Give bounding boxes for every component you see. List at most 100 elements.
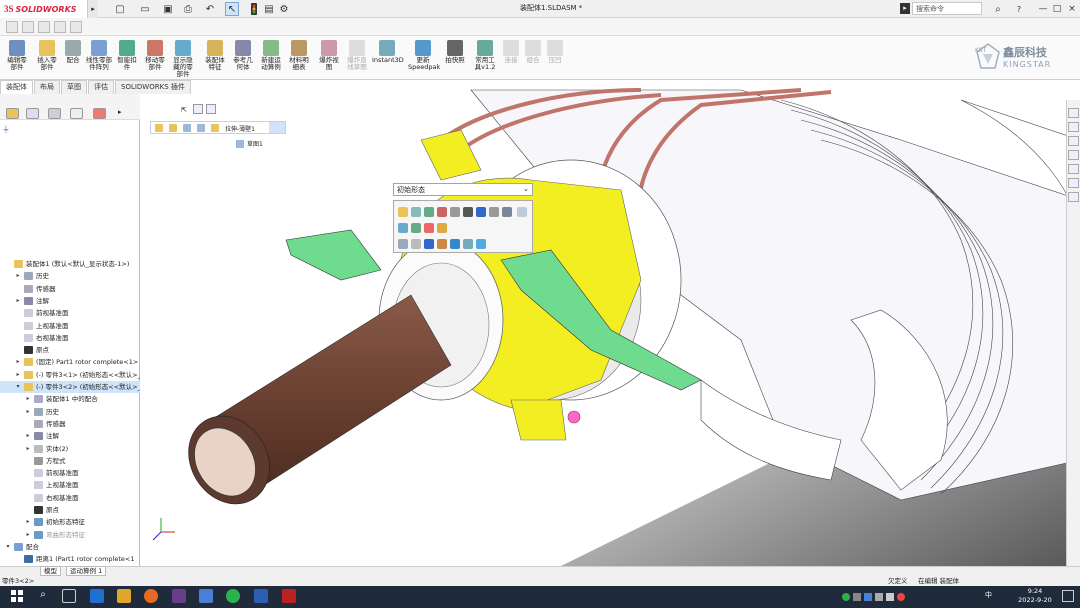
design-library-icon[interactable] (1068, 136, 1079, 146)
appearances-icon[interactable] (1068, 164, 1079, 174)
tab-sketch[interactable]: 草图 (61, 80, 87, 94)
ribbon-button-6[interactable]: 显示隐 藏的零 部件 (168, 40, 198, 80)
resources-icon[interactable] (1068, 122, 1079, 132)
breadcrumb-extrude-icon[interactable] (211, 124, 219, 132)
expand-arrow-icon[interactable]: ▸ (24, 516, 32, 528)
undo-icon[interactable]: ↶ (204, 2, 216, 16)
tree-item[interactable]: 装配体1 (默认<默认_显示状态-1>) (0, 258, 140, 270)
ctx-rebuild-icon[interactable] (398, 223, 408, 233)
ribbon-button-8[interactable]: 参考几 何体 (228, 40, 258, 80)
tree-item[interactable]: ▸ (固定) Part1 rotor complete<1> (默 (0, 356, 140, 368)
tray-security-icon[interactable] (897, 593, 905, 601)
tab-assembly[interactable]: 装配体 (0, 80, 33, 94)
expand-arrow-icon[interactable]: ▾ (4, 541, 12, 553)
breadcrumb[interactable]: 拉伸-薄壁1 (150, 121, 286, 134)
solidworks-logo[interactable]: 3S SOLIDWORKS (0, 0, 88, 18)
expand-arrow-icon[interactable]: ▾ (14, 381, 22, 393)
firefox-icon[interactable] (144, 589, 158, 603)
strip-tool-2-icon[interactable] (22, 21, 34, 33)
command-search-icon[interactable]: ▸ (900, 3, 910, 14)
ribbon-button-5[interactable]: 移动零 部件 (140, 40, 170, 80)
strip-tool-3-icon[interactable] (38, 21, 50, 33)
ctx-view-icon[interactable] (463, 239, 473, 249)
tree-sub-item[interactable]: 传感器 (0, 418, 140, 430)
expand-arrow-icon[interactable]: ▸ (24, 529, 32, 541)
tree-item[interactable]: 传感器 (0, 283, 140, 295)
minimize-button[interactable]: — (1036, 1, 1050, 16)
tree-sub-item[interactable]: 上视基准面 (0, 479, 140, 491)
breadcrumb-sketch-icon[interactable] (269, 122, 285, 133)
media-app-icon[interactable] (172, 589, 186, 603)
tree-sub-item[interactable]: ▸ 装配体1 中的配合 (0, 393, 140, 405)
traffic-light-icon[interactable] (249, 2, 259, 16)
app-icon[interactable] (199, 589, 213, 603)
tab-model[interactable]: 模型 (40, 566, 61, 576)
print-icon[interactable]: ⎙ (182, 2, 194, 16)
configuration-tab-icon[interactable] (48, 108, 61, 119)
pin-icon[interactable]: ⇱ (181, 106, 189, 116)
strip-tool-5-icon[interactable] (70, 21, 82, 33)
expand-arrow-icon[interactable]: ▸ (14, 356, 22, 368)
tree-item[interactable]: ▸ 历史 (0, 270, 140, 282)
tree-sub-item[interactable]: ▸ 弯曲形态特征 (0, 529, 140, 541)
ctx-link-icon[interactable] (502, 207, 512, 217)
panel-more-icon[interactable]: ▸ (118, 108, 122, 116)
forum-icon[interactable] (1068, 192, 1079, 202)
ctx-tool-icon[interactable] (450, 207, 460, 217)
ribbon-button-14[interactable]: 更新 Speedpak (408, 40, 440, 80)
tree-sub-item[interactable]: 前视基准面 (0, 467, 140, 479)
settings-gear-icon[interactable]: ⚙ (278, 2, 290, 16)
tray-network-icon[interactable] (875, 593, 883, 601)
ctx-isolate-icon[interactable] (398, 239, 408, 249)
home-icon[interactable] (1068, 108, 1079, 118)
breadcrumb-part-icon[interactable] (169, 124, 177, 132)
tree-item[interactable]: ▾ 配合 (0, 541, 140, 553)
ctx-edit-part-icon[interactable] (398, 207, 408, 217)
ctx-table-icon[interactable] (517, 207, 527, 217)
ribbon-button-12[interactable]: 爆炸直 线草图 (342, 40, 372, 80)
solidworks-taskbar-icon[interactable] (282, 589, 296, 603)
ctx-properties-icon[interactable] (437, 239, 447, 249)
help-button[interactable]: ? (1014, 2, 1024, 16)
ctx-mates-icon[interactable] (437, 223, 447, 233)
ribbon-button-0[interactable]: 编辑零 部件 (2, 40, 32, 80)
ribbon-button-15[interactable]: 拍快照 (440, 40, 470, 80)
breadcrumb-feature-icon[interactable] (183, 124, 191, 132)
tree-sub-item[interactable]: ▸ 注解 (0, 430, 140, 442)
ribbon-button-11[interactable]: 爆炸视 图 (314, 40, 344, 80)
file-explorer-app-icon[interactable] (117, 589, 131, 603)
close-button[interactable]: × (1065, 1, 1079, 16)
ctx-hide-icon[interactable] (463, 207, 473, 217)
tree-item[interactable]: 上视基准面 (0, 320, 140, 332)
tree-item[interactable]: 右视基准面 (0, 332, 140, 344)
breadcrumb-assembly-icon[interactable] (155, 124, 163, 132)
tab-evaluate[interactable]: 评估 (88, 80, 114, 94)
maximize-button[interactable]: □ (1050, 1, 1064, 16)
breadcrumb-child[interactable]: 草图1 (247, 139, 263, 148)
breadcrumb-current[interactable]: 拉伸-薄壁1 (225, 124, 255, 133)
tab-layout[interactable]: 布局 (34, 80, 60, 94)
tree-sub-item[interactable]: ▸ 历史 (0, 406, 140, 418)
ctx-color-icon[interactable] (424, 223, 434, 233)
select-pointer-icon[interactable]: ↖ (225, 2, 239, 16)
tray-volume-icon[interactable] (886, 593, 894, 601)
tree-sub-item[interactable]: 方程式 (0, 455, 140, 467)
ribbon-button-13[interactable]: Instant3D (372, 40, 404, 80)
ctx-info-icon[interactable] (476, 207, 486, 217)
ctx-zoom-icon[interactable] (424, 239, 434, 249)
search-icon[interactable]: ⌕ (992, 2, 1004, 16)
tray-cloud-icon[interactable] (864, 593, 872, 601)
ribbon-button-9[interactable]: 新建运 动算例 (256, 40, 286, 80)
file-explorer-icon[interactable] (1068, 150, 1079, 160)
view-orientation-a-icon[interactable] (193, 104, 203, 114)
save-icon[interactable]: ▣ (162, 2, 174, 16)
notification-icon[interactable] (1062, 590, 1074, 602)
ribbon-button-4[interactable]: 智能扣 件 (112, 40, 142, 80)
menu-expand-arrow-icon[interactable]: ▸ (88, 0, 98, 18)
feature-tree-tab-icon[interactable] (6, 108, 19, 119)
ctx-move-icon[interactable] (411, 223, 421, 233)
tree-sub-item[interactable]: ▸ 初始形态特征 (0, 516, 140, 528)
tree-item[interactable]: 前视基准面 (0, 307, 140, 319)
tree-sub-item[interactable]: ▸ 实体(2) (0, 443, 140, 455)
ctx-sketch-icon[interactable] (411, 239, 421, 249)
